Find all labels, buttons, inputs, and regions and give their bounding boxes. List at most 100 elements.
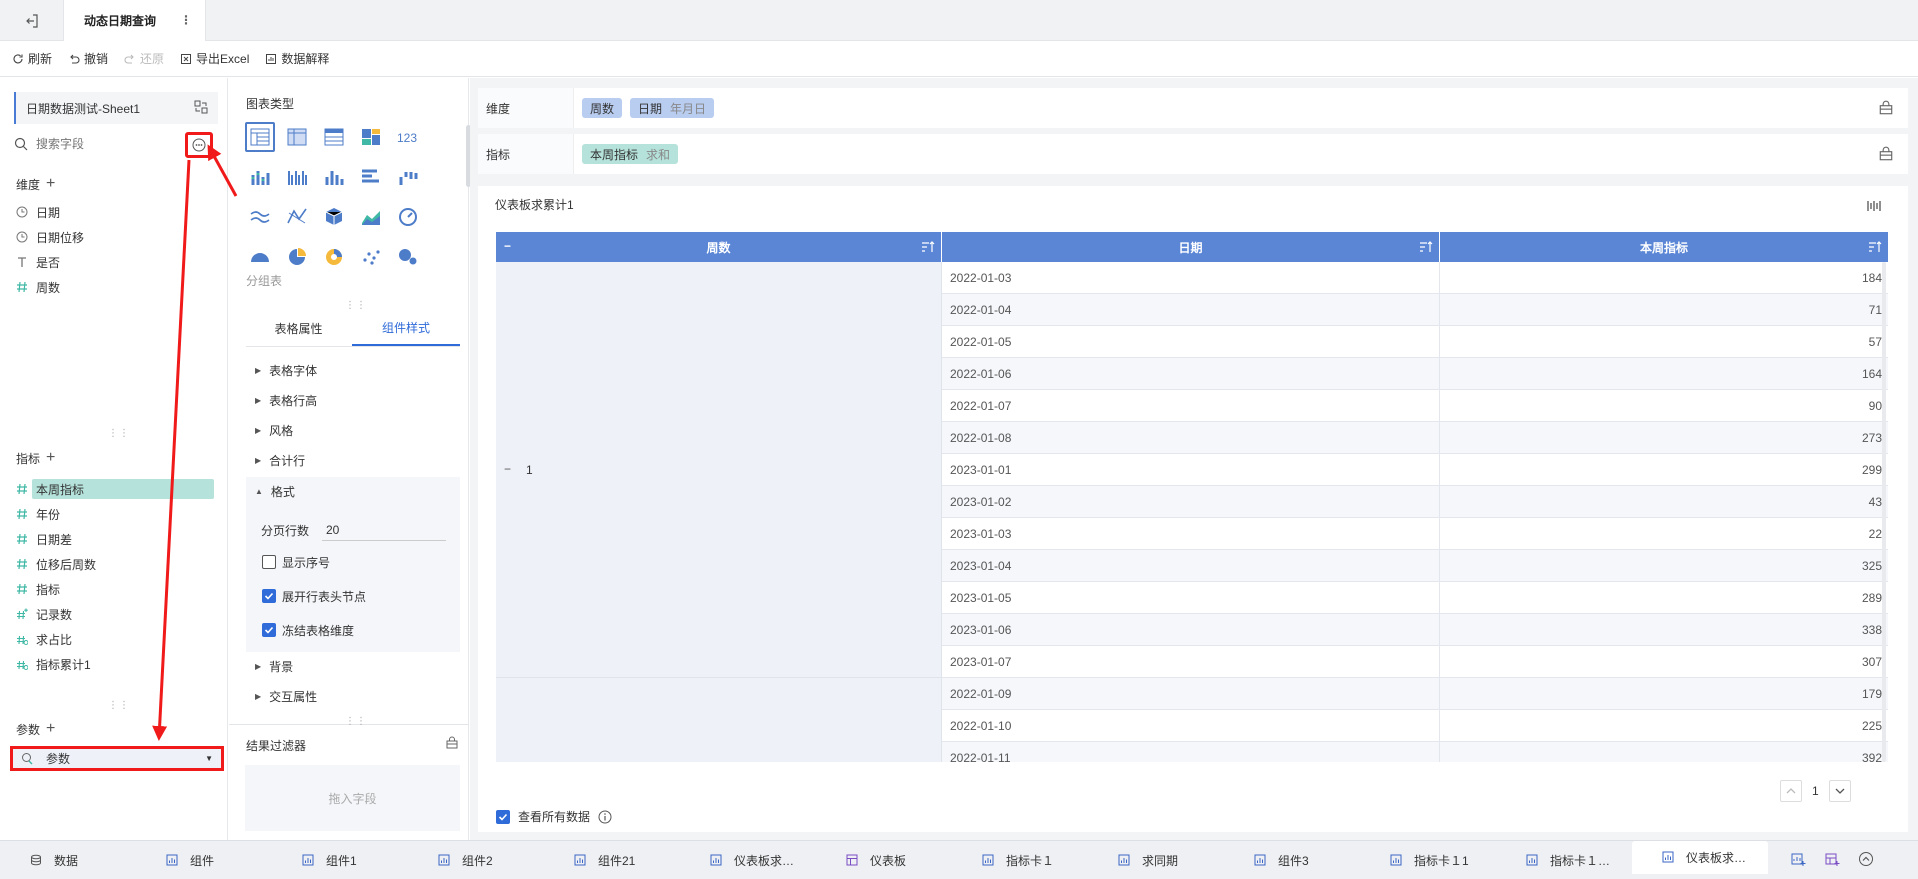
sheet-tab[interactable]: 仪表板求… (1632, 840, 1768, 874)
pill-sub-label: 求和 (646, 147, 671, 162)
table-row[interactable]: 2022-01-08 273 (942, 422, 1888, 454)
chevron-up-icon (1786, 788, 1796, 794)
sheet-tab[interactable]: 组件2 (408, 841, 544, 879)
table-vertical-scrollbar[interactable] (1882, 262, 1886, 762)
group-cell-week-1[interactable]: − 1 (496, 262, 942, 678)
value-cell: 90 (1868, 398, 1882, 413)
header-label: 日期 (1178, 240, 1203, 255)
pill-label: 周数 (590, 101, 615, 116)
sheet-tab[interactable]: 仪表板求… (680, 841, 816, 879)
table-row[interactable]: 2023-01-05 289 (942, 582, 1888, 614)
sheet-tab[interactable]: 仪表板 (816, 841, 952, 879)
dimension-pill[interactable]: 日期 年月日 (630, 98, 715, 118)
sheet-tab-label: 组件1 (326, 853, 357, 868)
add-component-icon[interactable] (1790, 851, 1806, 867)
header-weekly-metric[interactable]: 本周指标 (1440, 232, 1888, 262)
grouped-table: − 周数 日期 本周指标 − 1 2022-01-03 184 2022-01-04… (496, 232, 1888, 762)
table-row[interactable]: 2023-01-01 299 (942, 454, 1888, 486)
sort-icon[interactable] (921, 240, 935, 254)
value-cell: 273 (1861, 430, 1882, 445)
annotation-arrows (152, 144, 238, 741)
measure-pill[interactable]: 本周指标 求和 (582, 144, 679, 164)
sheet-tab[interactable]: 组件21 (544, 841, 680, 879)
chart-icon (710, 854, 722, 866)
chart-icon (302, 854, 314, 866)
table-row[interactable]: 2022-01-05 57 (942, 326, 1888, 358)
sheet-tab[interactable]: 组件1 (272, 841, 408, 879)
next-page-button[interactable] (1828, 780, 1851, 802)
table-row[interactable]: 2023-01-06 338 (942, 614, 1888, 646)
value-cell: 22 (1868, 526, 1882, 541)
value-cell: 57 (1868, 334, 1882, 349)
measure-pills: 本周指标 求和 (574, 144, 679, 164)
view-all-data[interactable]: 查看所有数据 (496, 808, 612, 825)
date-cell: 2022-01-09 (942, 678, 1440, 709)
filter-drop-area[interactable]: 拖入字段 (245, 765, 460, 831)
table-row[interactable]: 2022-01-04 71 (942, 294, 1888, 326)
shelf-lock-icon[interactable] (1878, 146, 1894, 162)
sheet-tab[interactable]: 指标卡１… (1496, 841, 1632, 879)
date-cell: 2023-01-07 (942, 646, 1440, 677)
sheet-tab[interactable]: 组件3 (1224, 841, 1360, 879)
table-row[interactable]: 2023-01-04 325 (942, 550, 1888, 582)
drop-placeholder: 拖入字段 (328, 791, 377, 806)
chart-icon (1390, 854, 1402, 866)
table-row[interactable]: 2022-01-10 225 (942, 710, 1888, 742)
value-cell: 179 (1861, 686, 1882, 701)
table-row[interactable]: 2022-01-03 184 (942, 262, 1888, 294)
collapse-all-icon[interactable]: − (504, 239, 511, 253)
prev-page-button[interactable] (1780, 780, 1802, 802)
value-cell: 392 (1861, 750, 1882, 763)
header-week[interactable]: − 周数 (496, 232, 942, 262)
sheet-tab-label: 数据 (54, 853, 79, 868)
table-row[interactable]: 2022-01-09 179 (942, 678, 1888, 710)
pill-sub-label: 年月日 (670, 101, 707, 116)
chart-icon (1118, 854, 1130, 866)
table-row[interactable]: 2022-01-06 164 (942, 358, 1888, 390)
dimension-pill[interactable]: 周数 (582, 98, 623, 118)
sheet-tab-label: 指标卡１1 (1414, 853, 1469, 868)
date-cell: 2022-01-07 (942, 390, 1440, 421)
sort-icon[interactable] (1419, 240, 1433, 254)
sheet-tab[interactable]: 数据 (0, 841, 136, 879)
sort-icon[interactable] (1868, 240, 1882, 254)
dimension-shelf[interactable]: 维度 周数 日期 年月日 (478, 88, 1908, 128)
value-cell: 225 (1861, 718, 1882, 733)
value-cell: 164 (1861, 366, 1882, 381)
chart-icon (574, 854, 586, 866)
value-cell: 43 (1868, 494, 1882, 509)
table-row[interactable]: 2022-01-07 90 (942, 390, 1888, 422)
date-cell: 2023-01-04 (942, 550, 1440, 581)
collapse-group-icon[interactable]: − (504, 462, 511, 476)
group-cell-week-2[interactable] (496, 678, 942, 762)
bottom-actions (1790, 846, 1900, 872)
pagination: 1 (1780, 778, 1890, 804)
sheet-tab-label: 仪表板求… (734, 853, 795, 868)
sheet-tab[interactable]: 求同期 (1088, 841, 1224, 879)
chart-icon (438, 854, 450, 866)
header-date[interactable]: 日期 (942, 232, 1440, 262)
date-cell: 2022-01-06 (942, 358, 1440, 389)
info-icon[interactable] (598, 810, 612, 824)
table-row[interactable]: 2023-01-02 43 (942, 486, 1888, 518)
table-row[interactable]: 2023-01-07 307 (942, 646, 1888, 678)
collapse-bar-icon[interactable] (1858, 851, 1874, 867)
pill-label: 日期 (638, 101, 663, 116)
sheet-tab-label: 指标卡１ (1006, 853, 1055, 868)
table-row[interactable]: 2022-01-11 392 (942, 742, 1888, 762)
add-dashboard-icon[interactable] (1824, 851, 1840, 867)
view-all-checkbox[interactable] (496, 809, 510, 824)
date-cell: 2023-01-02 (942, 486, 1440, 517)
sheet-tab[interactable]: 指标卡１ (952, 841, 1088, 879)
sheet-tab-label: 组件21 (598, 853, 636, 868)
chart-icon (1254, 854, 1266, 866)
measure-shelf[interactable]: 指标 本周指标 求和 (478, 134, 1908, 174)
shelf-lock-icon[interactable] (1878, 100, 1894, 116)
sheet-tab[interactable]: 组件 (136, 841, 272, 879)
sheet-tab[interactable]: 指标卡１1 (1360, 841, 1496, 879)
sheet-tab-label: 仪表板求… (1686, 850, 1747, 865)
sheet-tab-label: 组件3 (1278, 853, 1309, 868)
table-row[interactable]: 2023-01-03 22 (942, 518, 1888, 550)
measure-shelf-label: 指标 (478, 134, 574, 174)
table-settings-icon[interactable] (1866, 198, 1882, 214)
